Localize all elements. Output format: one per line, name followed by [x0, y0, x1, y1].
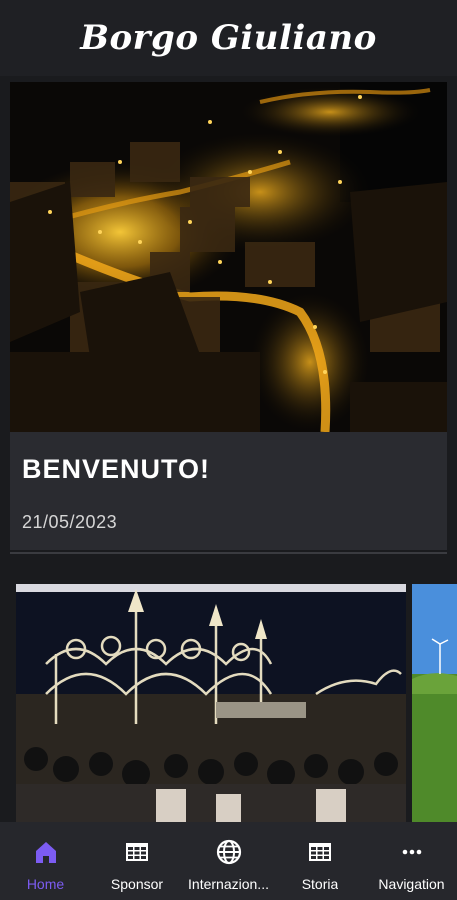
app-header: Borgo Giuliano [0, 0, 457, 76]
bottom-navigation: Home Sponsor Internazion... Storia Navig… [0, 822, 457, 900]
nav-item-storia[interactable]: Storia [275, 822, 366, 900]
table-icon [126, 843, 148, 861]
app-title: Borgo Giuliano [80, 18, 377, 58]
article-title[interactable]: BENVENUTO! [22, 454, 210, 485]
content-feed[interactable]: BENVENUTO! 21/05/2023 [0, 76, 457, 822]
nav-item-internazionale[interactable]: Internazion... [183, 822, 274, 900]
nav-label-sponsor: Sponsor [110, 876, 164, 892]
nav-label-home: Home [26, 876, 65, 892]
nav-label-storia: Storia [301, 876, 339, 892]
landscape-photo[interactable] [412, 584, 457, 822]
village-night-photo[interactable] [10, 82, 447, 432]
article-card[interactable]: BENVENUTO! 21/05/2023 [10, 82, 447, 550]
village-night-illustration [10, 82, 447, 432]
landscape-illustration [412, 584, 457, 822]
more-icon [402, 849, 421, 855]
photo-carousel[interactable] [0, 584, 457, 822]
nav-item-navigation[interactable]: Navigation [366, 822, 457, 900]
nav-item-home[interactable]: Home [0, 822, 91, 900]
luminarie-illustration [16, 584, 406, 822]
globe-icon [216, 839, 241, 865]
article-date: 21/05/2023 [22, 512, 118, 532]
luminarie-photo[interactable] [16, 584, 406, 822]
nav-label-navigation: Navigation [378, 876, 445, 892]
card-divider [10, 552, 447, 554]
nav-label-internazionale: Internazion... [188, 876, 269, 892]
table-icon [309, 843, 331, 861]
nav-item-sponsor[interactable]: Sponsor [92, 822, 183, 900]
home-icon [35, 842, 56, 863]
